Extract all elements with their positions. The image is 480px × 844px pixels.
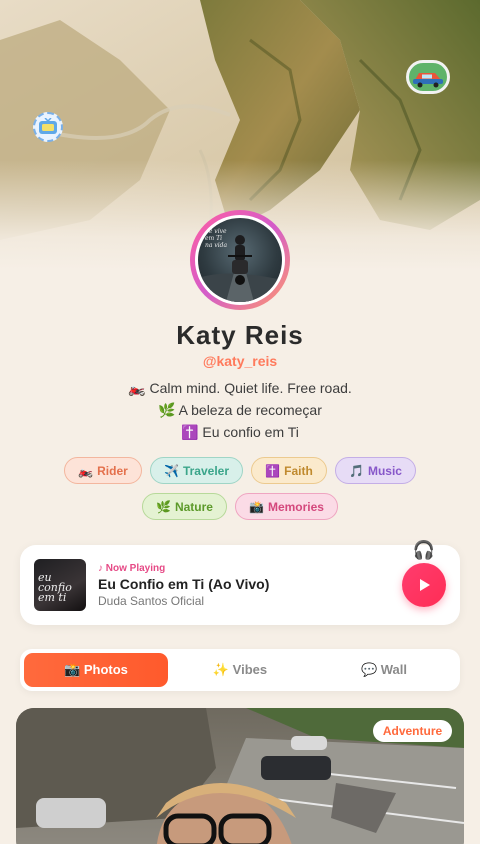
headphones-icon: 🎧 [412, 539, 436, 560]
avatar-caption-line: na vida [205, 242, 228, 249]
car-icon [413, 73, 443, 88]
tag-music[interactable]: 🎵 Music [335, 457, 416, 484]
tag-rider[interactable]: 🏍️ Rider [64, 457, 142, 484]
avatar-border: be vive em Ti na vida [195, 215, 285, 305]
tag-label: Faith [284, 463, 313, 478]
now-playing-label: ♪ Now Playing [98, 563, 166, 574]
bio-line-2: 🌿 A beleza de recomeçar [158, 402, 322, 418]
tab-photos[interactable]: 📸 Photos [24, 653, 168, 687]
play-icon [420, 579, 430, 591]
avatar-caption-line: be vive [205, 228, 227, 235]
tag-label: Traveler [182, 463, 229, 478]
tv-sticker-icon [33, 112, 63, 142]
tag-label: Nature [174, 499, 213, 514]
song-title: Eu Confio em Ti (Ao Vivo) [98, 576, 270, 592]
bio-line-1: 🏍️ Calm mind. Quiet life. Free road. [128, 380, 352, 396]
album-title-text: eu confio em ti [38, 571, 72, 604]
avatar[interactable]: be vive em Ti na vida [190, 210, 290, 310]
camera-icon: 📸 [249, 499, 264, 514]
profile-name: Katy Reis [176, 320, 304, 350]
bio-line-3: ✝️ Eu confio em Ti [181, 424, 299, 440]
cross-icon: ✝️ [265, 463, 281, 478]
airplane-icon: ✈️ [164, 463, 179, 478]
photo-category-badge: Adventure [373, 720, 452, 742]
tag-traveler[interactable]: ✈️ Traveler [150, 457, 243, 484]
profile-handle[interactable]: @katy_reis [0, 353, 480, 369]
avatar-photo: be vive em Ti na vida [198, 218, 282, 302]
avatar-caption-line: em Ti [205, 235, 223, 242]
song-artist: Duda Santos Oficial [98, 594, 205, 608]
music-note-icon: 🎵 [349, 463, 364, 478]
tag-faith[interactable]: ✝️ Faith [251, 457, 327, 484]
tag-label: Rider [97, 463, 128, 478]
tag-memories[interactable]: 📸 Memories [235, 493, 338, 520]
tab-wall[interactable]: 💬 Wall [312, 653, 456, 687]
now-playing-card[interactable]: eu confio em ti ♪ Now Playing Eu Confio … [20, 540, 460, 625]
tab-vibes[interactable]: ✨ Vibes [168, 653, 312, 687]
motorcycle-icon: 🏍️ [78, 463, 94, 478]
tv-icon [39, 118, 57, 134]
tag-label: Memories [267, 499, 324, 514]
tag-label: Music [367, 463, 402, 478]
leaf-icon: 🌿 [156, 499, 171, 514]
content-tabs: 📸 Photos ✨ Vibes 💬 Wall [20, 649, 460, 691]
album-cover: eu confio em ti [34, 559, 86, 611]
play-button[interactable] [402, 563, 446, 607]
tag-nature[interactable]: 🌿 Nature [142, 493, 227, 520]
car-sticker-icon [406, 60, 450, 94]
